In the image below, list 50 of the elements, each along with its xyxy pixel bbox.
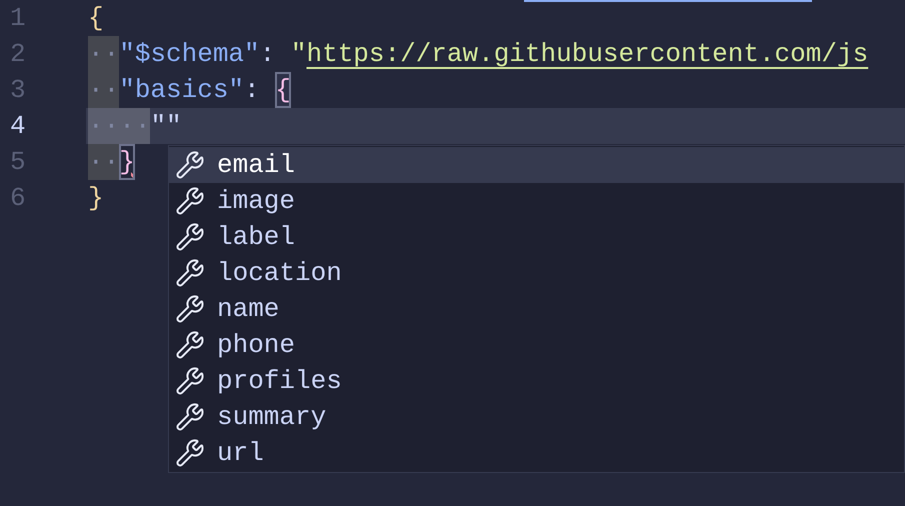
suggestion-item[interactable]: url (169, 435, 904, 471)
suggestion-item[interactable]: summary (169, 399, 904, 435)
suggestion-item[interactable]: profiles (169, 363, 904, 399)
colon: : (260, 38, 276, 71)
wrench-icon (175, 150, 205, 180)
wrench-icon (175, 330, 205, 360)
suggestion-label: email (217, 148, 296, 182)
json-key: "basics" (119, 72, 244, 108)
line-number: 4 (9, 110, 27, 143)
line-number: 1 (9, 2, 27, 35)
suggestion-label: label (217, 220, 296, 254)
line-number: 5 (9, 146, 27, 179)
whitespace-marker: ·· (88, 144, 120, 180)
whitespace-marker: ·· (88, 108, 120, 144)
colon: : (244, 74, 261, 107)
json-key: "$schema" (119, 36, 260, 72)
wrench-icon (175, 438, 205, 468)
brace: } (88, 182, 104, 215)
wrench-icon (175, 366, 205, 396)
matched-bracket: { (275, 72, 291, 108)
wrench-icon (175, 258, 205, 288)
suggestion-label: phone (217, 328, 296, 362)
suggestion-item[interactable]: image (169, 183, 904, 219)
line-number: 2 (9, 38, 27, 71)
matched-bracket: } (119, 144, 135, 180)
suggestion-item[interactable]: email (169, 147, 904, 183)
scrollbar-thumb[interactable] (524, 0, 812, 2)
whitespace-marker: ·· (88, 36, 120, 72)
suggestion-label: location (217, 256, 342, 290)
string-quote: " (290, 38, 306, 71)
line-number: 3 (9, 74, 27, 107)
whitespace-marker: ·· (88, 72, 120, 108)
suggestion-label: summary (217, 400, 326, 434)
suggestion-label: image (217, 184, 296, 218)
suggestion-item[interactable]: location (169, 255, 904, 291)
suggestion-label: url (217, 436, 264, 470)
wrench-icon (175, 222, 205, 252)
empty-string: "" (150, 110, 182, 143)
suggestion-label: name (217, 292, 280, 326)
brace: { (88, 2, 104, 35)
suggestion-item[interactable]: label (169, 219, 904, 255)
wrench-icon (175, 294, 205, 324)
url-link[interactable]: https://raw.githubusercontent.com/js (306, 36, 868, 72)
wrench-icon (175, 186, 205, 216)
wrench-icon (175, 402, 205, 432)
line-number: 6 (9, 182, 27, 215)
suggestion-item[interactable]: name (169, 291, 904, 327)
whitespace-marker: ·· (119, 108, 150, 144)
suggestion-label: profiles (217, 364, 342, 398)
suggestion-item[interactable]: phone (169, 327, 904, 363)
